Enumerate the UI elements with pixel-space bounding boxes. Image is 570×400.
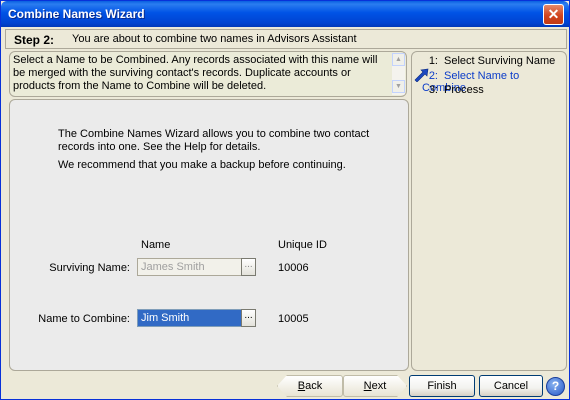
- name-to-combine-browse-button[interactable]: ...: [241, 309, 256, 327]
- step-label-text: Process: [444, 84, 484, 96]
- info-scrollbar[interactable]: ▲ ▼: [392, 53, 405, 95]
- info-box: Select a Name to be Combined. Any record…: [9, 51, 407, 97]
- finish-button[interactable]: Finish: [409, 375, 475, 397]
- surviving-unique-id: 10006: [278, 262, 309, 274]
- back-button-label: Back: [297, 380, 323, 392]
- scroll-up-icon[interactable]: ▲: [392, 53, 405, 66]
- step-item-select-surviving-name: 1: Select Surviving Name: [422, 55, 555, 67]
- finish-button-label: Finish: [427, 380, 457, 392]
- step-label-text: Select Surviving Name: [444, 55, 556, 67]
- name-to-combine-label: Name to Combine:: [38, 313, 130, 325]
- combine-unique-id: 10005: [278, 313, 309, 325]
- surviving-name-label: Surviving Name:: [49, 262, 130, 274]
- steps-panel: 1: Select Surviving Name 2: Select Name to…: [411, 51, 567, 371]
- step-item-process: 3: Process: [422, 84, 484, 96]
- column-header-name: Name: [141, 239, 171, 251]
- help-button[interactable]: ?: [546, 377, 565, 396]
- step-number: 3:: [428, 84, 438, 96]
- name-to-combine-field[interactable]: Jim Smith: [137, 309, 242, 327]
- step-number: 1:: [428, 55, 438, 67]
- window-title: Combine Names Wizard: [8, 7, 145, 21]
- info-text: Select a Name to be Combined. Any record…: [13, 54, 378, 92]
- title-bar: Combine Names Wizard ✕: [1, 1, 569, 27]
- help-icon: ?: [551, 379, 560, 393]
- next-button-label: Next: [363, 380, 387, 392]
- back-button[interactable]: Back: [277, 375, 343, 397]
- cancel-button-label: Cancel: [493, 380, 529, 392]
- scroll-down-icon[interactable]: ▼: [392, 80, 405, 93]
- wizard-window: Combine Names Wizard ✕ Step 2: You are a…: [0, 0, 570, 400]
- step-label: Step 2:: [14, 33, 55, 47]
- close-icon: ✕: [547, 6, 560, 22]
- next-button[interactable]: Next: [343, 375, 407, 397]
- step-header: Step 2: You are about to combine two nam…: [5, 29, 567, 49]
- surviving-name-field: James Smith: [137, 258, 242, 276]
- step-number: 2:: [428, 70, 438, 82]
- close-button[interactable]: ✕: [543, 4, 564, 25]
- cancel-button[interactable]: Cancel: [479, 375, 543, 397]
- column-header-unique-id: Unique ID: [278, 239, 327, 251]
- main-panel: The Combine Names Wizard allows you to c…: [9, 99, 409, 371]
- step-description: You are about to combine two names in Ad…: [72, 33, 357, 45]
- surviving-name-browse-button: ...: [241, 258, 256, 276]
- intro-paragraph: The Combine Names Wizard allows you to c…: [58, 128, 370, 153]
- backup-paragraph: We recommend that you make a backup befo…: [58, 159, 346, 171]
